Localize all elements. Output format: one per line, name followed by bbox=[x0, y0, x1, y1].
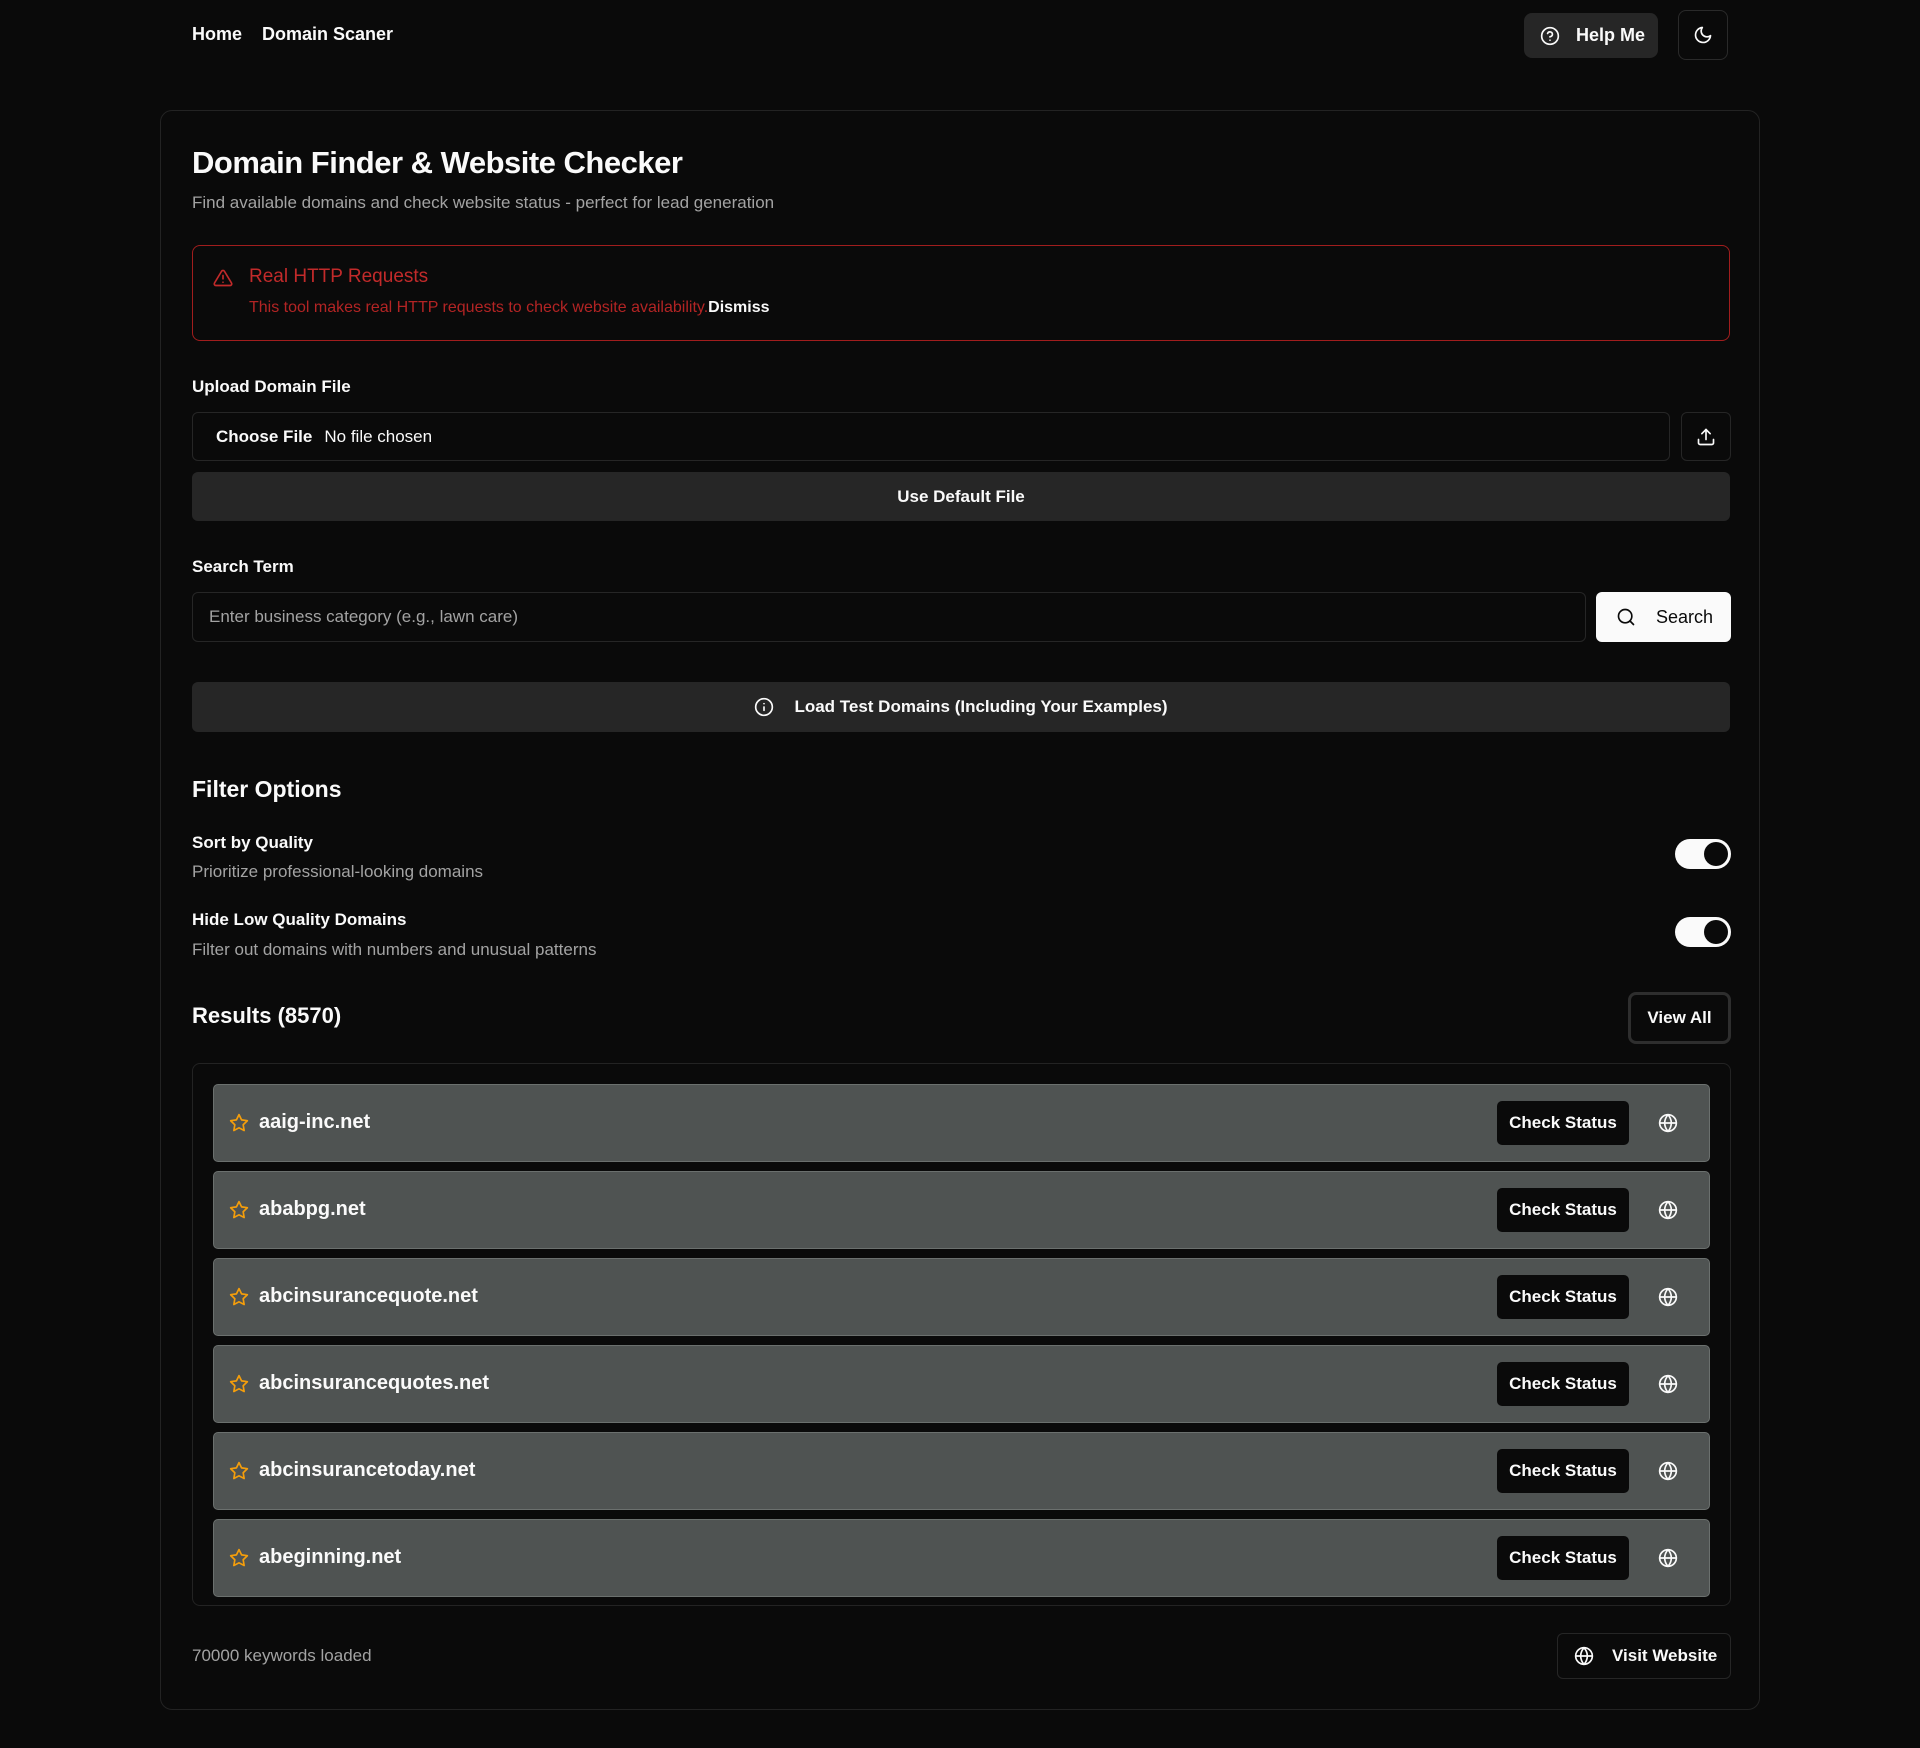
sort-by-quality-description: Prioritize professional-looking domains bbox=[192, 862, 484, 881]
result-row: abcinsurancequotes.net Check Status bbox=[213, 1345, 1710, 1423]
help-button[interactable]: Help Me bbox=[1524, 13, 1658, 58]
star-icon[interactable] bbox=[229, 1287, 249, 1307]
file-input[interactable]: Choose File No file chosen bbox=[192, 412, 1670, 461]
domain-name: abcinsurancequotes.net bbox=[259, 1372, 490, 1394]
domain-name: abcinsurancequote.net bbox=[259, 1285, 478, 1307]
star-icon[interactable] bbox=[229, 1461, 249, 1481]
star-icon[interactable] bbox=[229, 1548, 249, 1568]
top-navigation: Home Domain Scaner Help Me bbox=[0, 0, 1920, 70]
star-icon[interactable] bbox=[229, 1374, 249, 1394]
domain-name: abeginning.net bbox=[259, 1546, 402, 1568]
upload-icon bbox=[1696, 427, 1716, 447]
filter-options-title: Filter Options bbox=[192, 776, 342, 802]
warning-triangle-icon bbox=[213, 268, 233, 288]
theme-toggle-button[interactable] bbox=[1678, 10, 1728, 60]
nav-home-link[interactable]: Home bbox=[192, 24, 242, 45]
search-icon bbox=[1616, 607, 1636, 627]
hide-low-quality-toggle[interactable] bbox=[1675, 917, 1731, 947]
globe-icon[interactable] bbox=[1658, 1548, 1678, 1568]
alert-title: Real HTTP Requests bbox=[249, 266, 429, 287]
help-circle-icon bbox=[1540, 26, 1560, 46]
search-term-label: Search Term bbox=[192, 557, 294, 576]
toggle-knob bbox=[1704, 842, 1728, 866]
results-title: Results (8570) bbox=[192, 1003, 342, 1028]
visit-website-button[interactable]: Visit Website bbox=[1557, 1633, 1731, 1679]
load-test-domains-label: Load Test Domains (Including Your Exampl… bbox=[794, 697, 1168, 716]
use-default-file-button[interactable]: Use Default File bbox=[192, 472, 1730, 521]
load-test-domains-button[interactable]: Load Test Domains (Including Your Exampl… bbox=[192, 682, 1730, 732]
view-all-button[interactable]: View All bbox=[1628, 992, 1731, 1044]
result-row: ababpg.net Check Status bbox=[213, 1171, 1710, 1249]
search-input[interactable] bbox=[192, 592, 1586, 642]
check-status-button[interactable]: Check Status bbox=[1497, 1362, 1629, 1406]
domain-finder-card: Domain Finder & Website Checker Find ava… bbox=[160, 110, 1760, 1710]
keywords-loaded-status: 70000 keywords loaded bbox=[192, 1646, 372, 1665]
check-status-button[interactable]: Check Status bbox=[1497, 1449, 1629, 1493]
domain-name: aaig-inc.net bbox=[259, 1111, 371, 1133]
visit-website-label: Visit Website bbox=[1612, 1646, 1718, 1665]
search-button-label: Search bbox=[1656, 606, 1714, 627]
hide-low-quality-description: Filter out domains with numbers and unus… bbox=[192, 940, 597, 959]
check-status-button[interactable]: Check Status bbox=[1497, 1101, 1629, 1145]
page-subtitle: Find available domains and check website… bbox=[192, 193, 775, 212]
alert-description: This tool makes real HTTP requests to ch… bbox=[249, 299, 770, 317]
upload-label: Upload Domain File bbox=[192, 377, 351, 396]
result-row: aaig-inc.net Check Status bbox=[213, 1084, 1710, 1162]
sort-by-quality-toggle[interactable] bbox=[1675, 839, 1731, 869]
domain-name: ababpg.net bbox=[259, 1198, 366, 1220]
toggle-knob bbox=[1704, 920, 1728, 944]
globe-icon[interactable] bbox=[1658, 1113, 1678, 1133]
page-title: Domain Finder & Website Checker bbox=[192, 145, 683, 180]
globe-icon bbox=[1574, 1646, 1594, 1666]
star-icon[interactable] bbox=[229, 1113, 249, 1133]
nav-links: Home Domain Scaner bbox=[192, 24, 393, 45]
alert-dismiss-button[interactable]: Dismiss bbox=[708, 299, 769, 316]
search-button[interactable]: Search bbox=[1596, 592, 1731, 642]
help-button-label: Help Me bbox=[1576, 25, 1646, 45]
globe-icon[interactable] bbox=[1658, 1461, 1678, 1481]
file-status: No file chosen bbox=[324, 426, 433, 446]
info-icon bbox=[754, 697, 774, 717]
result-row: abeginning.net Check Status bbox=[213, 1519, 1710, 1597]
star-icon[interactable] bbox=[229, 1200, 249, 1220]
domain-name: abcinsurancetoday.net bbox=[259, 1459, 476, 1481]
result-row: abcinsurancetoday.net Check Status bbox=[213, 1432, 1710, 1510]
check-status-button[interactable]: Check Status bbox=[1497, 1536, 1629, 1580]
check-status-button[interactable]: Check Status bbox=[1497, 1188, 1629, 1232]
http-requests-alert: Real HTTP Requests This tool makes real … bbox=[192, 245, 1730, 341]
choose-file-button[interactable]: Choose File bbox=[216, 427, 312, 447]
nav-domain-scanner-link[interactable]: Domain Scaner bbox=[262, 24, 393, 45]
globe-icon[interactable] bbox=[1658, 1374, 1678, 1394]
check-status-button[interactable]: Check Status bbox=[1497, 1275, 1629, 1319]
hide-low-quality-title: Hide Low Quality Domains bbox=[192, 910, 407, 929]
results-list-container[interactable]: aaig-inc.net Check Status ababpg.net Check … bbox=[192, 1063, 1731, 1606]
globe-icon[interactable] bbox=[1658, 1200, 1678, 1220]
upload-button[interactable] bbox=[1681, 412, 1731, 461]
globe-icon[interactable] bbox=[1658, 1287, 1678, 1307]
sort-by-quality-title: Sort by Quality bbox=[192, 833, 313, 852]
results-list: aaig-inc.net Check Status ababpg.net Check … bbox=[213, 1084, 1710, 1605]
moon-icon bbox=[1693, 25, 1713, 45]
result-row: abcinsurancequote.net Check Status bbox=[213, 1258, 1710, 1336]
alert-description-text: This tool makes real HTTP requests to ch… bbox=[249, 299, 709, 316]
